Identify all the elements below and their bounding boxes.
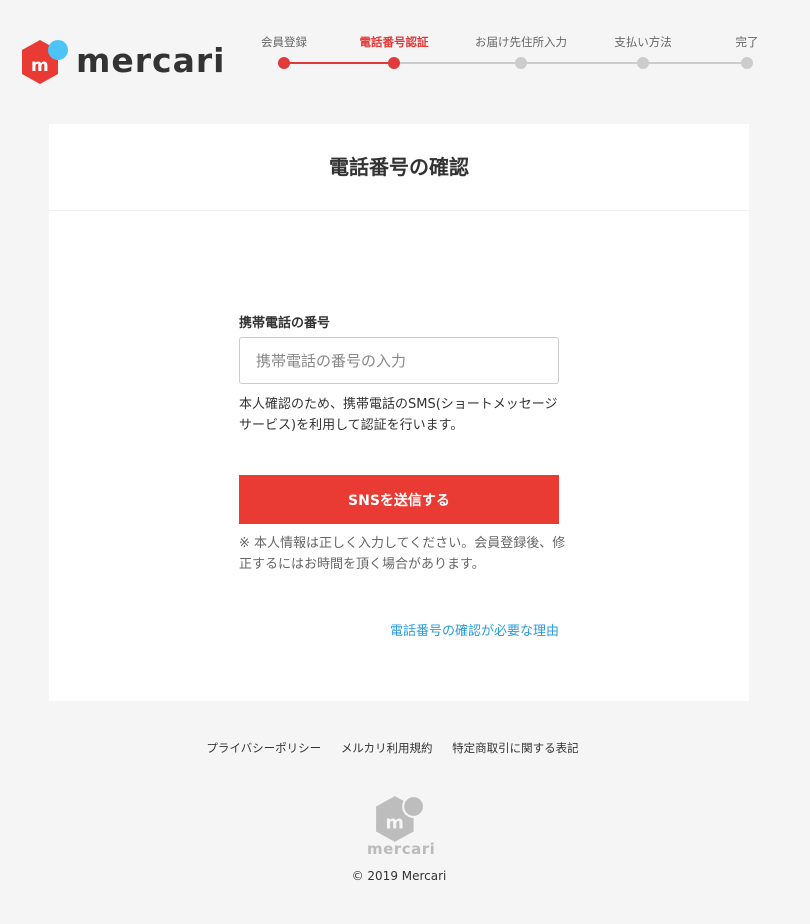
stepper-line-todo [394,62,747,64]
step-dot-todo [741,57,753,69]
step-phone-verification: 電話番号認証 [339,34,449,69]
copyright-text: © 2019 Mercari [351,869,447,883]
phone-form: 携帯電話の番号 本人確認のため、携帯電話のSMS(ショートメッセージサービス)を… [239,312,565,639]
sms-help-text: 本人確認のため、携帯電話のSMS(ショートメッセージサービス)を利用して認証を行… [239,397,558,433]
svg-text:m: m [31,56,49,76]
progress-stepper: 会員登録 電話番号認証 お届け先住所入力 支払い方法 完了 [230,34,780,74]
footer-links: プライバシーポリシー メルカリ利用規約 特定商取引に関する表記 [0,740,785,756]
stepper-line-done [284,62,394,64]
phone-number-input[interactable] [239,337,559,384]
step-dot-todo [515,57,527,69]
step-label: 支払い方法 [614,35,672,49]
privacy-policy-link[interactable]: プライバシーポリシー [206,741,321,755]
why-phone-verification-link[interactable]: 電話番号の確認が必要な理由 [390,620,559,639]
step-dot-todo [637,57,649,69]
step-member-registration: 会員登録 [229,34,339,69]
step-label-active: 電話番号認証 [359,35,429,49]
phone-verification-card: 電話番号の確認 携帯電話の番号 本人確認のため、携帯電話のSMS(ショートメッセ… [49,124,749,701]
step-delivery-address: お届け先住所入力 [466,34,576,69]
step-dot-done [278,57,290,69]
step-payment-method: 支払い方法 [588,34,698,69]
step-dot-current [388,57,400,69]
logo-wordmark: mercari [76,41,226,80]
mercari-logo-gray-icon: m [376,795,424,842]
commercial-transactions-link[interactable]: 特定商取引に関する表記 [452,741,579,755]
footer-wordmark: mercari [367,840,436,858]
header: m mercari 会員登録 電話番号認証 お届け先住所入力 支払い方法 完了 [0,0,810,110]
phone-field-label: 携帯電話の番号 [239,316,331,331]
send-sms-button[interactable]: SNSを送信する [239,475,559,524]
mercari-logo-icon: m [22,40,68,84]
footer-logo: m mercari [367,794,436,862]
terms-of-service-link[interactable]: メルカリ利用規約 [341,741,433,755]
mercari-logo[interactable]: m mercari [20,38,224,86]
step-complete: 完了 [692,34,802,69]
svg-text:m: m [385,813,403,833]
page-title: 電話番号の確認 [49,124,749,211]
step-label: お届け先住所入力 [475,35,567,49]
step-label: 会員登録 [261,35,307,49]
registration-note: ※ 本人情報は正しく入力してください。会員登録後、修正するにはお時間を頂く場合が… [239,536,566,572]
step-label: 完了 [735,35,759,49]
